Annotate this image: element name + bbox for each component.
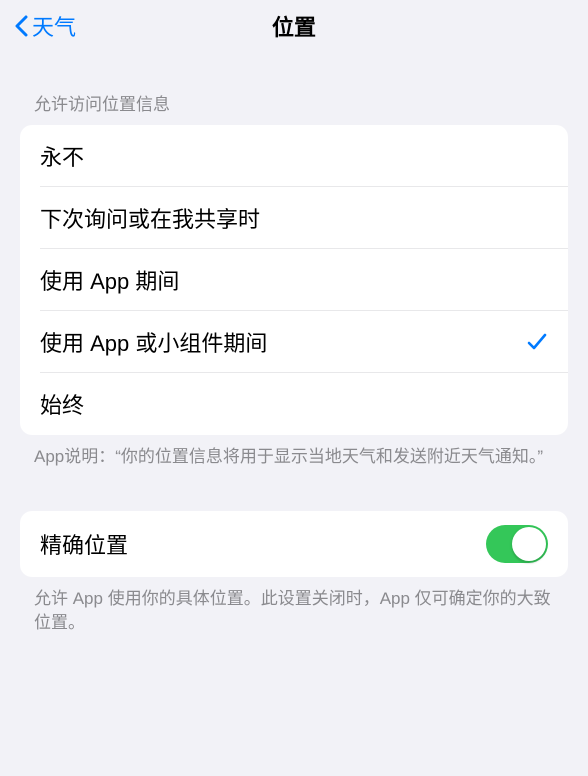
checkmark-icon	[526, 331, 548, 353]
back-button[interactable]: 天气	[8, 6, 80, 46]
access-option-ask-next-time[interactable]: 下次询问或在我共享时	[20, 187, 568, 249]
toggle-knob	[512, 527, 546, 561]
option-label: 始终	[40, 388, 84, 420]
access-option-while-using-app[interactable]: 使用 App 期间	[20, 249, 568, 311]
checkmark-icon	[526, 145, 548, 167]
access-section-footer: App说明：“你的位置信息将用于显示当地天气和发送附近天气通知。”	[0, 435, 588, 469]
option-label: 使用 App 或小组件期间	[40, 326, 267, 358]
precise-location-group: 精确位置	[20, 511, 568, 577]
page-title: 位置	[272, 10, 316, 42]
access-option-never[interactable]: 永不	[20, 125, 568, 187]
precise-location-toggle[interactable]	[486, 525, 548, 563]
checkmark-icon	[526, 269, 548, 291]
precise-location-label: 精确位置	[40, 528, 128, 560]
option-label: 使用 App 期间	[40, 264, 179, 296]
checkmark-icon	[526, 207, 548, 229]
chevron-left-icon	[12, 12, 30, 40]
access-options-group: 永不 下次询问或在我共享时 使用 App 期间 使用 App 或小组件期间 始终	[20, 125, 568, 435]
access-option-always[interactable]: 始终	[20, 373, 568, 435]
checkmark-icon	[526, 393, 548, 415]
navigation-bar: 天气 位置	[0, 0, 588, 52]
access-option-while-using-app-or-widgets[interactable]: 使用 App 或小组件期间	[20, 311, 568, 373]
option-label: 下次询问或在我共享时	[40, 202, 260, 234]
option-label: 永不	[40, 140, 84, 172]
access-section-header: 允许访问位置信息	[0, 52, 588, 125]
back-label: 天气	[32, 10, 76, 42]
precise-section-footer: 允许 App 使用你的具体位置。此设置关闭时，App 仅可确定你的大致位置。	[0, 577, 588, 635]
precise-location-row[interactable]: 精确位置	[20, 511, 568, 577]
